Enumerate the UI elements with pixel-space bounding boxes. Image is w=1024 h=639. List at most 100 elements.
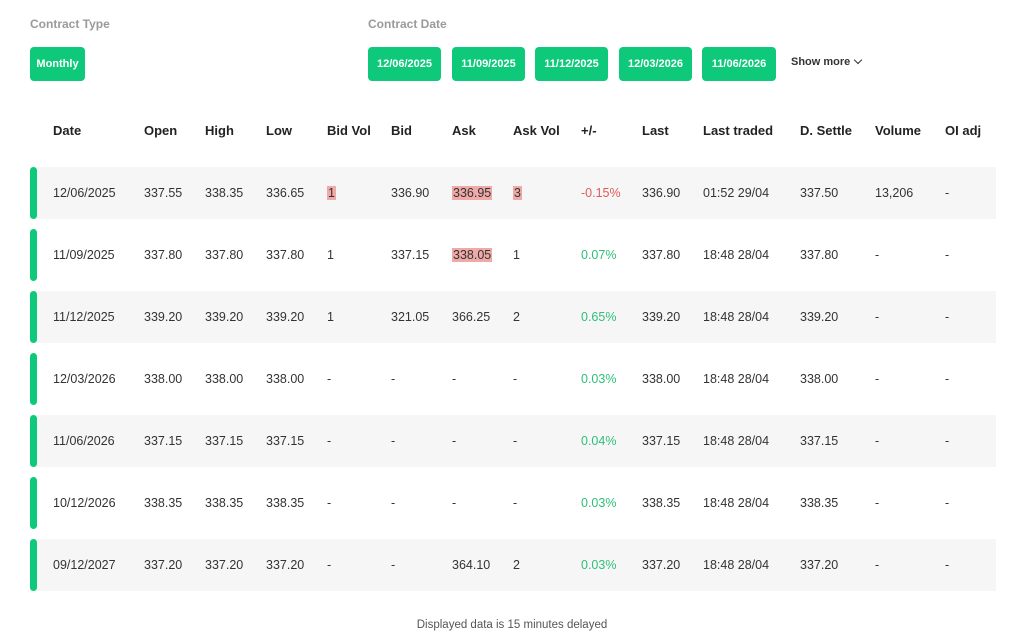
cell-value: 337.20 [800, 558, 839, 572]
cell-bid: - [391, 371, 395, 387]
cell-value: 337.20 [266, 558, 305, 572]
cell-oi-adj: - [945, 557, 949, 573]
date-button-5[interactable]: 11/06/2026 [702, 47, 776, 81]
date-button-1[interactable]: 12/06/2025 [368, 47, 441, 81]
header-date[interactable]: Date [53, 123, 81, 138]
cell-value: 11/06/2026 [53, 434, 115, 448]
cell-value: 337.50 [800, 186, 839, 200]
cell-ask-vol: 2 [513, 309, 520, 325]
header-open[interactable]: Open [144, 123, 177, 138]
cell-value: 18:48 28/04 [703, 310, 770, 324]
cell-value: - [945, 248, 950, 262]
cell-value: 337.15 [266, 434, 305, 448]
cell-date: 11/06/2026 [53, 433, 115, 449]
cell-ask: - [452, 495, 456, 511]
cell-last-traded: 01:52 29/04 [703, 185, 769, 201]
cell-value: 337.55 [144, 186, 183, 200]
cell-change: 0.03% [581, 495, 616, 511]
header-volume[interactable]: Volume [875, 123, 921, 138]
cell-value: 338.05 [452, 248, 493, 262]
header-change[interactable]: +/- [581, 123, 597, 138]
show-more-button[interactable]: Show more [791, 55, 863, 68]
cell-value: 337.15 [642, 434, 681, 448]
header-low[interactable]: Low [266, 123, 292, 138]
header-d-settle[interactable]: D. Settle [800, 123, 852, 138]
cell-high: 338.35 [205, 495, 243, 511]
cell-value: 09/12/2027 [53, 558, 116, 572]
cell-bid-vol: - [327, 495, 331, 511]
cell-last: 339.20 [642, 309, 680, 325]
cell-low: 337.15 [266, 433, 304, 449]
header-oi-adj[interactable]: OI adj [945, 123, 981, 138]
cell-value: 0.07% [581, 248, 617, 262]
cell-last-traded: 18:48 28/04 [703, 309, 769, 325]
cell-open: 337.80 [144, 247, 182, 263]
table-row[interactable]: 09/12/2027 337.20 337.20 337.20 - - 364.10 2 0.0… [30, 539, 996, 591]
cell-value: 0.03% [581, 372, 617, 386]
cell-value: 12/06/2025 [53, 186, 116, 200]
table-row[interactable]: 11/12/2025 339.20 339.20 339.20 1 321.05 366.2… [30, 291, 996, 343]
header-ask[interactable]: Ask [452, 123, 476, 138]
cell-value: 337.80 [144, 248, 183, 262]
cell-value: 339.20 [266, 310, 305, 324]
cell-last-traded: 18:48 28/04 [703, 557, 769, 573]
cell-value: 338.35 [205, 186, 244, 200]
header-last-traded[interactable]: Last traded [703, 123, 773, 138]
row-accent-bar [30, 539, 37, 591]
cell-value: 337.80 [800, 248, 839, 262]
cell-value: - [945, 434, 950, 448]
cell-last: 337.20 [642, 557, 680, 573]
cell-oi-adj: - [945, 495, 949, 511]
cell-value: - [945, 372, 950, 386]
cell-value: -0.15% [581, 186, 621, 200]
monthly-button[interactable]: Monthly [30, 47, 85, 81]
cell-value: 336.65 [266, 186, 305, 200]
cell-value: 18:48 28/04 [703, 372, 770, 386]
date-button-4[interactable]: 12/03/2026 [619, 47, 692, 81]
cell-value: 18:48 28/04 [703, 558, 770, 572]
cell-bid: 337.15 [391, 247, 429, 263]
table-row[interactable]: 11/06/2026 337.15 337.15 337.15 - - - - 0.04% 337… [30, 415, 996, 467]
cell-high: 337.15 [205, 433, 243, 449]
table-row[interactable]: 12/06/2025 337.55 338.35 336.65 1 336.90 336.9… [30, 167, 996, 219]
header-bid[interactable]: Bid [391, 123, 412, 138]
header-high[interactable]: High [205, 123, 234, 138]
header-ask-vol[interactable]: Ask Vol [513, 123, 560, 138]
cell-value: 338.00 [266, 372, 305, 386]
cell-d-settle: 337.50 [800, 185, 838, 201]
header-bid-vol[interactable]: Bid Vol [327, 123, 371, 138]
cell-last: 337.15 [642, 433, 680, 449]
cell-value: 0.04% [581, 434, 617, 448]
cell-change: 0.07% [581, 247, 616, 263]
cell-high: 337.20 [205, 557, 243, 573]
date-button-3[interactable]: 11/12/2025 [535, 47, 608, 81]
cell-ask-vol: - [513, 371, 517, 387]
cell-open: 338.35 [144, 495, 182, 511]
cell-date: 12/03/2026 [53, 371, 116, 387]
cell-value: - [391, 558, 396, 572]
cell-open: 338.00 [144, 371, 182, 387]
cell-bid-vol: - [327, 557, 331, 573]
table-row[interactable]: 10/12/2026 338.35 338.35 338.35 - - - - 0.03% 338… [30, 477, 996, 529]
cell-high: 337.80 [205, 247, 243, 263]
cell-change: 0.65% [581, 309, 616, 325]
table-row[interactable]: 12/03/2026 338.00 338.00 338.00 - - - - 0.03% 338… [30, 353, 996, 405]
date-button-2[interactable]: 11/09/2025 [452, 47, 525, 81]
cell-value: 18:48 28/04 [703, 496, 770, 510]
header-last[interactable]: Last [642, 123, 669, 138]
cell-volume: 13,206 [875, 185, 913, 201]
cell-value: 11/12/2025 [53, 310, 115, 324]
cell-value: - [391, 496, 396, 510]
cell-bid-vol: 1 [327, 185, 336, 201]
cell-value: 18:48 28/04 [703, 248, 770, 262]
cell-ask-vol: - [513, 433, 517, 449]
cell-value: 1 [327, 248, 334, 262]
cell-value: 337.15 [205, 434, 244, 448]
cell-value: - [327, 372, 332, 386]
cell-value: - [945, 558, 950, 572]
cell-high: 339.20 [205, 309, 243, 325]
table-row[interactable]: 11/09/2025 337.80 337.80 337.80 1 337.15 338.0… [30, 229, 996, 281]
contract-type-label: Contract Type [30, 17, 110, 31]
cell-volume: - [875, 247, 879, 263]
cell-value: 366.25 [452, 310, 491, 324]
